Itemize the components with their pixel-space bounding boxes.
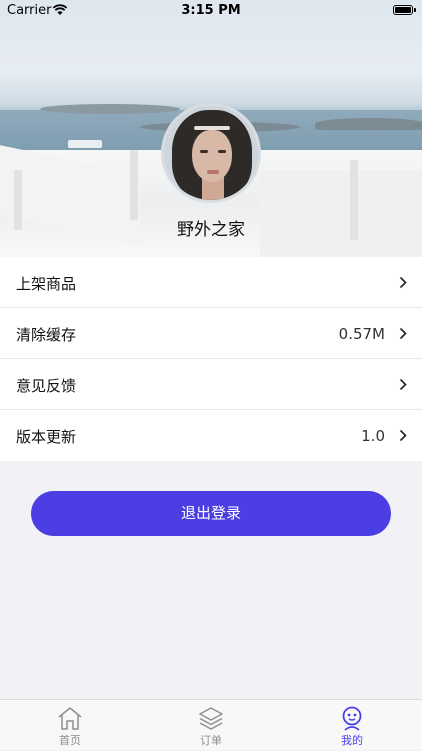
chevron-right-icon xyxy=(399,429,407,442)
layers-icon xyxy=(199,707,223,730)
tab-label: 订单 xyxy=(200,734,222,747)
menu-item-listed-products[interactable]: 上架商品 xyxy=(0,257,422,308)
profile-icon xyxy=(342,706,362,731)
cache-size-value: 0.57M xyxy=(338,325,385,343)
island-shape xyxy=(315,118,422,130)
menu-item-label: 清除缓存 xyxy=(16,326,77,344)
username: 野外之家 xyxy=(177,220,245,240)
avatar-headband xyxy=(194,126,230,130)
avatar-eye xyxy=(200,150,208,153)
menu-item-label: 上架商品 xyxy=(16,275,77,293)
profile-header-banner: Carrier 3:15 PM 野外之家 xyxy=(0,0,422,257)
menu-item-version-update[interactable]: 版本更新 1.0 xyxy=(0,410,422,461)
tab-label: 首页 xyxy=(59,734,81,747)
avatar-eye xyxy=(218,150,226,153)
menu-item-clear-cache[interactable]: 清除缓存 0.57M xyxy=(0,308,422,359)
avatar-face xyxy=(192,130,232,182)
settings-list: 上架商品 清除缓存 0.57M 意见反馈 版本更新 1.0 xyxy=(0,257,422,461)
tab-profile[interactable]: 我的 xyxy=(282,700,422,751)
clock: 3:15 PM xyxy=(181,3,241,18)
tab-bar: 首页 订单 我的 xyxy=(0,699,422,750)
menu-item-feedback[interactable]: 意见反馈 xyxy=(0,359,422,410)
tab-label: 我的 xyxy=(341,734,363,747)
menu-item-label: 版本更新 xyxy=(16,428,77,446)
terrace-pillar xyxy=(130,150,138,220)
battery-cap xyxy=(414,8,416,12)
chevron-right-icon xyxy=(399,276,407,289)
chevron-right-icon xyxy=(399,327,407,340)
avatar-lips xyxy=(207,170,219,174)
tab-home[interactable]: 首页 xyxy=(0,700,140,751)
profile-screen: Carrier 3:15 PM 野外之家 上架商品 清除缓存 0.57M 意见反… xyxy=(0,0,422,750)
ship-shape xyxy=(68,140,102,148)
chevron-right-icon xyxy=(399,378,407,391)
status-bar: Carrier 3:15 PM xyxy=(0,0,422,22)
avatar[interactable] xyxy=(161,103,261,203)
version-value: 1.0 xyxy=(361,427,385,445)
island-shape xyxy=(40,104,180,114)
menu-item-label: 意见反馈 xyxy=(16,377,77,395)
logout-button[interactable]: 退出登录 xyxy=(31,491,391,536)
home-icon xyxy=(58,707,82,730)
terrace-wall xyxy=(260,170,422,257)
tab-orders[interactable]: 订单 xyxy=(141,700,281,751)
battery-icon xyxy=(393,5,413,15)
